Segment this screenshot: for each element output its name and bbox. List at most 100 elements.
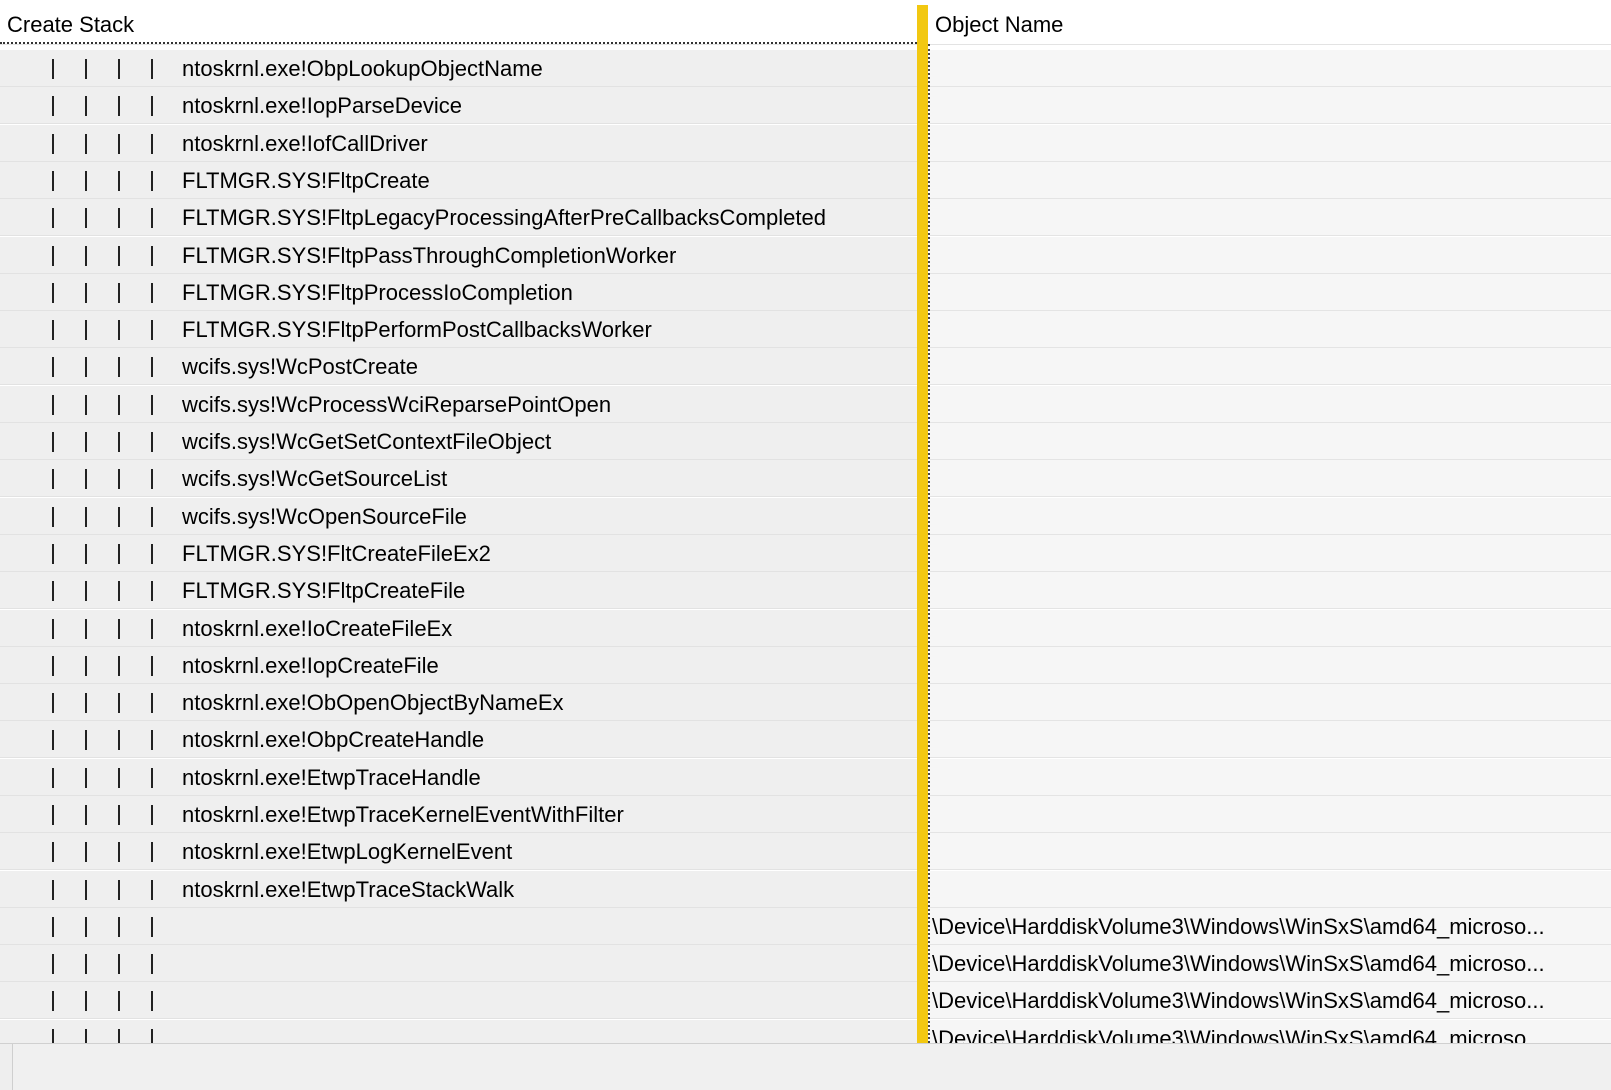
stack-frame-label: ntoskrnl.exe!ObOpenObjectByNameEx <box>182 690 564 715</box>
create-stack-cell[interactable]: ntoskrnl.exe!EtwpTraceStackWalk <box>0 871 917 908</box>
tree-guide-line <box>85 1029 87 1043</box>
create-stack-cell[interactable]: ntoskrnl.exe!EtwpTraceKernelEventWithFil… <box>0 796 917 833</box>
create-stack-cell[interactable]: wcifs.sys!WcGetSourceList <box>0 460 917 497</box>
create-stack-cell[interactable]: ntoskrnl.exe!EtwpTraceHandle <box>0 759 917 796</box>
object-name-cell[interactable] <box>930 237 1611 274</box>
stack-frame-label: FLTMGR.SYS!FltCreateFileEx2 <box>182 541 491 566</box>
object-name-cell[interactable] <box>930 572 1611 609</box>
tree-guide-line <box>52 395 54 415</box>
create-stack-cell[interactable]: ntoskrnl.exe!ObOpenObjectByNameEx <box>0 684 917 721</box>
table-row[interactable]: ntoskrnl.exe!ObOpenObjectByNameEx <box>0 684 1611 721</box>
object-name-cell[interactable] <box>930 386 1611 423</box>
create-stack-cell[interactable]: FLTMGR.SYS!FltpLegacyProcessingAfterPreC… <box>0 199 917 236</box>
table-row[interactable]: \Device\HarddiskVolume3\Windows\WinSxS\a… <box>0 1020 1611 1043</box>
table-row[interactable]: wcifs.sys!WcGetSetContextFileObject <box>0 423 1611 460</box>
object-name-cell[interactable] <box>930 833 1611 870</box>
create-stack-cell[interactable]: ntoskrnl.exe!EtwpLogKernelEvent <box>0 833 917 870</box>
object-name-cell[interactable] <box>930 162 1611 199</box>
table-row[interactable]: \Device\HarddiskVolume3\Windows\WinSxS\a… <box>0 982 1611 1019</box>
table-row[interactable]: \Device\HarddiskVolume3\Windows\WinSxS\a… <box>0 908 1611 945</box>
table-row[interactable]: FLTMGR.SYS!FltpCreate <box>0 162 1611 199</box>
create-stack-cell[interactable]: ntoskrnl.exe!ObpCreateHandle <box>0 721 917 758</box>
table-row[interactable]: ntoskrnl.exe!ObpCreateHandle <box>0 721 1611 758</box>
object-name-cell[interactable] <box>930 423 1611 460</box>
object-name-cell[interactable] <box>930 535 1611 572</box>
create-stack-cell[interactable]: FLTMGR.SYS!FltpPassThroughCompletionWork… <box>0 237 917 274</box>
create-stack-cell[interactable]: wcifs.sys!WcOpenSourceFile <box>0 498 917 535</box>
create-stack-cell[interactable]: wcifs.sys!WcProcessWciReparsePointOpen <box>0 386 917 423</box>
tree-guide-line <box>118 320 120 340</box>
object-name-cell[interactable] <box>930 647 1611 684</box>
table-row[interactable]: ntoskrnl.exe!IofCallDriver <box>0 125 1611 162</box>
object-name-cell[interactable] <box>930 87 1611 124</box>
object-name-cell[interactable] <box>930 311 1611 348</box>
create-stack-cell[interactable]: ntoskrnl.exe!IopCreateFile <box>0 647 917 684</box>
create-stack-cell[interactable]: ntoskrnl.exe!ObpLookupObjectName <box>0 50 917 87</box>
tree-guide-line <box>85 805 87 825</box>
create-stack-cell[interactable]: FLTMGR.SYS!FltpCreate <box>0 162 917 199</box>
object-name-cell[interactable] <box>930 498 1611 535</box>
table-row[interactable]: FLTMGR.SYS!FltpCreateFile <box>0 572 1611 609</box>
create-stack-cell[interactable] <box>0 945 917 982</box>
table-row[interactable]: wcifs.sys!WcOpenSourceFile <box>0 498 1611 535</box>
create-stack-cell[interactable]: ntoskrnl.exe!IopParseDevice <box>0 87 917 124</box>
object-name-cell[interactable] <box>930 125 1611 162</box>
table-row[interactable]: wcifs.sys!WcPostCreate <box>0 348 1611 385</box>
table-row[interactable]: ntoskrnl.exe!EtwpTraceHandle <box>0 759 1611 796</box>
tree-guide-line <box>85 619 87 639</box>
object-name-cell[interactable] <box>930 759 1611 796</box>
create-stack-column-header[interactable]: Create Stack <box>0 5 917 44</box>
stack-frame-label: ntoskrnl.exe!ObpLookupObjectName <box>182 56 543 81</box>
horizontal-scrollbar[interactable] <box>0 1043 1611 1090</box>
stack-frame-label: FLTMGR.SYS!FltpLegacyProcessingAfterPreC… <box>182 205 826 230</box>
tree-guide-line <box>52 357 54 377</box>
object-name-cell[interactable]: \Device\HarddiskVolume3\Windows\WinSxS\a… <box>930 982 1611 1019</box>
object-name-cell[interactable] <box>930 721 1611 758</box>
table-row[interactable]: ntoskrnl.exe!IopCreateFile <box>0 647 1611 684</box>
create-stack-cell[interactable]: wcifs.sys!WcPostCreate <box>0 348 917 385</box>
table-row[interactable]: FLTMGR.SYS!FltCreateFileEx2 <box>0 535 1611 572</box>
table-row[interactable]: ntoskrnl.exe!EtwpTraceKernelEventWithFil… <box>0 796 1611 833</box>
object-name-cell[interactable] <box>930 871 1611 908</box>
object-name-column-header[interactable]: Object Name <box>928 5 1611 44</box>
create-stack-cell[interactable]: FLTMGR.SYS!FltpProcessIoCompletion <box>0 274 917 311</box>
tree-guide-line <box>151 507 153 527</box>
table-row[interactable]: ntoskrnl.exe!IoCreateFileEx <box>0 610 1611 647</box>
create-stack-cell[interactable]: ntoskrnl.exe!IoCreateFileEx <box>0 610 917 647</box>
create-stack-cell[interactable] <box>0 908 917 945</box>
object-name-cell[interactable] <box>930 50 1611 87</box>
object-name-cell[interactable] <box>930 348 1611 385</box>
table-row[interactable]: \Device\HarddiskVolume3\Windows\WinSxS\a… <box>0 945 1611 982</box>
object-name-cell[interactable]: \Device\HarddiskVolume3\Windows\WinSxS\a… <box>930 1020 1611 1043</box>
object-name-cell[interactable] <box>930 460 1611 497</box>
create-stack-cell[interactable]: FLTMGR.SYS!FltpCreateFile <box>0 572 917 609</box>
table-row[interactable]: ntoskrnl.exe!EtwpLogKernelEvent <box>0 833 1611 870</box>
table-row[interactable]: wcifs.sys!WcGetSourceList <box>0 460 1611 497</box>
table-row[interactable]: FLTMGR.SYS!FltpPerformPostCallbacksWorke… <box>0 311 1611 348</box>
create-stack-cell[interactable] <box>0 1020 917 1043</box>
create-stack-cell[interactable]: wcifs.sys!WcGetSetContextFileObject <box>0 423 917 460</box>
table-row[interactable]: FLTMGR.SYS!FltpLegacyProcessingAfterPreC… <box>0 199 1611 236</box>
object-name-cell[interactable]: \Device\HarddiskVolume3\Windows\WinSxS\a… <box>930 945 1611 982</box>
object-name-cell[interactable] <box>930 274 1611 311</box>
table-row[interactable]: FLTMGR.SYS!FltpPassThroughCompletionWork… <box>0 237 1611 274</box>
tree-guide-line <box>52 544 54 564</box>
table-row[interactable]: ntoskrnl.exe!IopParseDevice <box>0 87 1611 124</box>
create-stack-cell[interactable]: FLTMGR.SYS!FltCreateFileEx2 <box>0 535 917 572</box>
object-name-cell[interactable] <box>930 796 1611 833</box>
horizontal-scrollbar-track[interactable] <box>12 1044 1611 1090</box>
object-name-cell[interactable] <box>930 610 1611 647</box>
tree-guide-line <box>85 171 87 191</box>
table-row[interactable]: ntoskrnl.exe!ObpLookupObjectName <box>0 50 1611 87</box>
create-stack-cell[interactable] <box>0 982 917 1019</box>
table-row[interactable]: wcifs.sys!WcProcessWciReparsePointOpen <box>0 386 1611 423</box>
create-stack-cell[interactable]: FLTMGR.SYS!FltpPerformPostCallbacksWorke… <box>0 311 917 348</box>
table-row[interactable]: FLTMGR.SYS!FltpProcessIoCompletion <box>0 274 1611 311</box>
object-name-cell[interactable] <box>930 199 1611 236</box>
table-row[interactable]: ntoskrnl.exe!EtwpTraceStackWalk <box>0 871 1611 908</box>
create-stack-cell[interactable]: ntoskrnl.exe!IofCallDriver <box>0 125 917 162</box>
tree-guide-line <box>85 917 87 937</box>
object-name-cell[interactable]: \Device\HarddiskVolume3\Windows\WinSxS\a… <box>930 908 1611 945</box>
object-name-cell[interactable] <box>930 684 1611 721</box>
tree-guide-line <box>118 730 120 750</box>
